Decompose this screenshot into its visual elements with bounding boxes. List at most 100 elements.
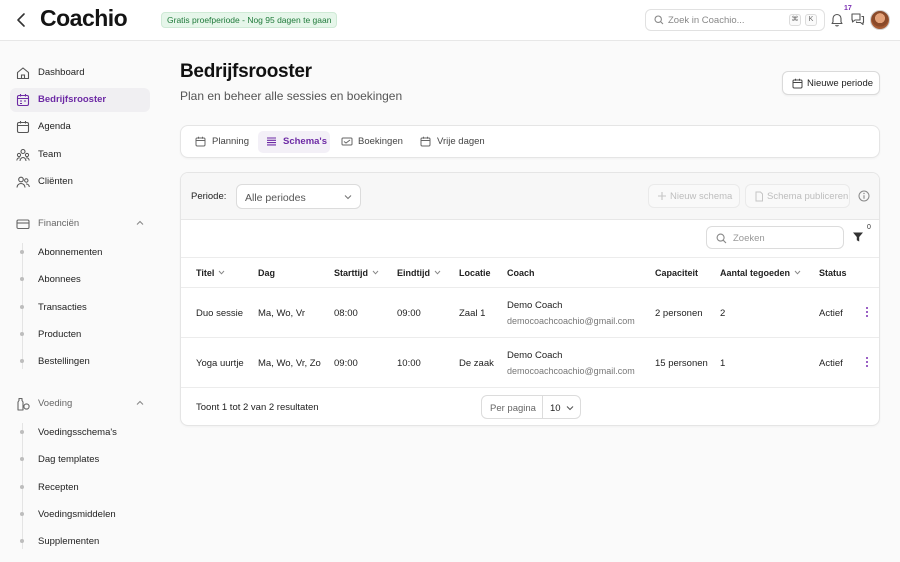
sidebar-item-clienten[interactable]: Cliënten xyxy=(10,170,150,194)
column-header-titel[interactable]: Titel xyxy=(196,268,225,278)
sidebar-item-supplementen[interactable]: Supplementen xyxy=(20,531,150,551)
search-placeholder: Zoek in Coachio... xyxy=(668,15,745,26)
per-page-value: 10 xyxy=(550,403,561,414)
sidebar-item-recepten[interactable]: Recepten xyxy=(20,477,150,497)
tab-planning[interactable]: Planning xyxy=(187,131,257,153)
sidebar-item-label: Voedingsschema's xyxy=(38,427,117,438)
new-schema-button[interactable]: Nieuw schema xyxy=(648,184,740,208)
column-header-aantal-tegoeden[interactable]: Aantal tegoeden xyxy=(720,268,801,278)
sidebar-item-label: Recepten xyxy=(38,482,79,493)
column-header-status: Status xyxy=(819,268,847,278)
logo[interactable]: Coachio xyxy=(40,5,128,32)
plus-icon xyxy=(658,192,666,200)
users-icon xyxy=(16,176,30,188)
top-bar: Coachio Gratis proefperiode - Nog 95 dag… xyxy=(0,0,900,41)
table-row[interactable]: Yoga uurtje Ma, Wo, Vr, Zo 09:00 10:00 D… xyxy=(181,338,879,388)
search-icon xyxy=(716,233,727,244)
sidebar-item-voedingsschemas[interactable]: Voedingsschema's xyxy=(20,422,150,442)
cell-starttijd: 08:00 xyxy=(334,308,358,319)
page-subtitle: Plan en beheer alle sessies en boekingen xyxy=(180,89,403,103)
cell-coach-email: democoachcoachio@gmail.com xyxy=(507,316,635,326)
per-page-select[interactable]: Per pagina 10 xyxy=(481,395,581,419)
table-header: Titel Dag Starttijd Eindtijd Locatie Coa… xyxy=(181,257,879,288)
tree-dot xyxy=(20,430,24,434)
cell-locatie: De zaak xyxy=(459,358,494,369)
column-header-dag: Dag xyxy=(258,268,276,278)
tab-boekingen[interactable]: Boekingen xyxy=(333,131,411,153)
new-period-button[interactable]: Nieuwe periode xyxy=(782,71,880,95)
cell-titel: Duo sessie xyxy=(196,308,243,319)
tree-dot xyxy=(20,539,24,543)
sidebar-group-financien[interactable]: Financiën xyxy=(10,212,150,236)
sidebar-item-abonnees[interactable]: Abonnees xyxy=(20,269,150,289)
document-icon xyxy=(755,191,763,202)
bell-icon[interactable] xyxy=(830,12,844,27)
cell-locatie: Zaal 1 xyxy=(459,308,486,319)
more-options-icon[interactable] xyxy=(865,357,869,369)
filter-count: 0 xyxy=(867,224,871,231)
new-schema-label: Nieuw schema xyxy=(670,191,733,202)
publish-schema-button[interactable]: Schema publiceren xyxy=(745,184,850,208)
tree-dot xyxy=(20,277,24,281)
new-period-label: Nieuwe periode xyxy=(807,78,874,89)
shortcut-key-cmd: ⌘ xyxy=(789,14,801,26)
chevron-up-icon xyxy=(136,220,144,225)
sidebar-group-voeding[interactable]: Voeding xyxy=(10,392,150,416)
cell-titel: Yoga uurtje xyxy=(196,358,244,369)
sidebar-item-bestellingen[interactable]: Bestellingen xyxy=(20,351,150,371)
sidebar-item-dag-templates[interactable]: Dag templates xyxy=(20,449,150,469)
tree-dot xyxy=(20,457,24,461)
sidebar-item-transacties[interactable]: Transacties xyxy=(20,297,150,317)
trial-badge: Gratis proefperiode - Nog 95 dagen te ga… xyxy=(161,12,338,28)
chat-icon[interactable] xyxy=(850,12,865,26)
bottle-icon xyxy=(17,397,30,411)
column-header-coach: Coach xyxy=(507,268,535,278)
sidebar-item-dashboard[interactable]: Dashboard xyxy=(10,61,150,85)
chevron-down-icon xyxy=(566,406,574,411)
avatar[interactable] xyxy=(870,10,890,30)
tab-schemas[interactable]: Schema's xyxy=(258,131,330,153)
cell-tegoeden: 2 xyxy=(720,308,726,319)
sidebar-item-label: Bedrijfsrooster xyxy=(38,94,107,105)
cell-status: Actief xyxy=(819,308,843,319)
results-summary: Toont 1 tot 2 van 2 resultaten xyxy=(196,402,319,413)
publish-schema-label: Schema publiceren xyxy=(767,191,849,202)
divider xyxy=(542,396,543,418)
tree-dot xyxy=(20,512,24,516)
tab-vrije-dagen[interactable]: Vrije dagen xyxy=(412,131,492,153)
table-row[interactable]: Duo sessie Ma, Wo, Vr 08:00 09:00 Zaal 1… xyxy=(181,288,879,338)
cell-eindtijd: 10:00 xyxy=(397,358,421,369)
per-page-label: Per pagina xyxy=(490,403,536,414)
sidebar-group-label: Financiën xyxy=(38,218,80,229)
list-icon xyxy=(267,137,276,146)
chevron-down-icon xyxy=(218,270,225,275)
sidebar-item-agenda[interactable]: Agenda xyxy=(10,115,150,139)
cell-starttijd: 09:00 xyxy=(334,358,358,369)
sidebar-item-bedrijfsrooster[interactable]: Bedrijfsrooster xyxy=(10,88,150,112)
sidebar-item-voedingsmiddelen[interactable]: Voedingsmiddelen xyxy=(20,504,150,524)
column-header-starttijd[interactable]: Starttijd xyxy=(334,268,379,278)
tree-dot xyxy=(20,305,24,309)
cell-dag: Ma, Wo, Vr xyxy=(258,308,305,319)
cell-coach-name: Demo Coach xyxy=(507,350,563,361)
sidebar-item-label: Producten xyxy=(38,329,82,340)
tab-label: Planning xyxy=(212,136,249,147)
back-arrow-icon[interactable] xyxy=(14,11,30,29)
sidebar-item-label: Agenda xyxy=(38,121,71,132)
info-icon[interactable] xyxy=(858,190,870,202)
periode-select[interactable]: Alle periodes xyxy=(236,184,361,209)
column-header-eindtijd[interactable]: Eindtijd xyxy=(397,268,441,278)
more-options-icon[interactable] xyxy=(865,307,869,319)
filter-icon[interactable] xyxy=(852,231,864,243)
sidebar-item-team[interactable]: Team xyxy=(10,143,150,167)
shortcut-key-k: K xyxy=(805,14,817,26)
sidebar-item-producten[interactable]: Producten xyxy=(20,324,150,344)
tree-dot xyxy=(20,332,24,336)
credit-card-icon xyxy=(16,219,30,230)
sidebar-item-label: Bestellingen xyxy=(38,356,90,367)
cell-tegoeden: 1 xyxy=(720,358,726,369)
global-search-input[interactable]: Zoek in Coachio... ⌘ K xyxy=(645,9,825,31)
table-search-input[interactable]: Zoeken xyxy=(706,226,844,249)
chevron-down-icon xyxy=(344,195,352,200)
sidebar-item-abonnementen[interactable]: Abonnementen xyxy=(20,242,150,262)
